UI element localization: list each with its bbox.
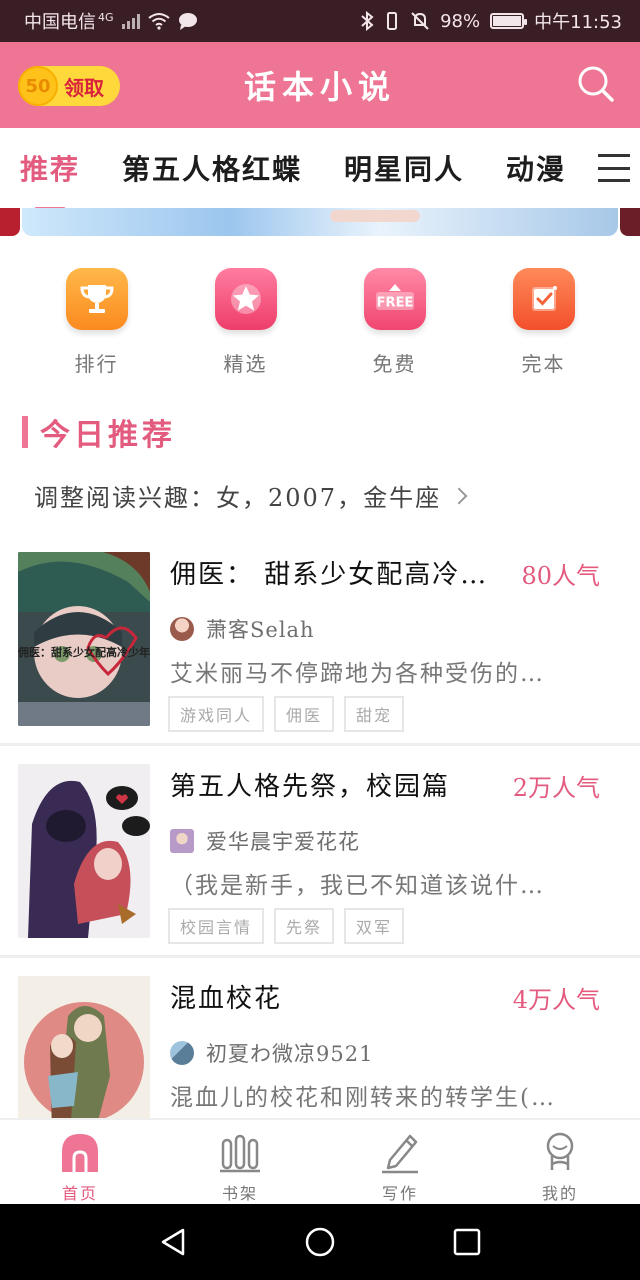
back-icon[interactable] [157, 1226, 189, 1258]
carrier-label: 中国电信 [24, 12, 96, 33]
nav-label: 书架 [221, 1184, 258, 1203]
coin-icon: 50 [18, 66, 58, 106]
quick-nav: 排行 精选 FREE 免费 完本 [0, 268, 640, 388]
nav-label: 写作 [381, 1184, 418, 1203]
quick-nav-label: 精选 [223, 352, 268, 376]
author-name: 萧客Selah [206, 618, 315, 642]
book-title: 佣医： 甜系少女配高冷… [170, 560, 489, 590]
popularity-label: 2万人气 [512, 774, 600, 802]
popularity-label: 4万人气 [512, 986, 600, 1014]
battery-icon [490, 13, 528, 29]
trophy-icon [65, 268, 128, 330]
home-icon [62, 1134, 98, 1172]
quick-nav-label: 免费 [372, 352, 417, 376]
network-label: 4G [98, 10, 114, 24]
tag[interactable]: 甜宠 [344, 696, 405, 732]
menu-icon[interactable] [598, 154, 630, 182]
battery-percent: 98% [440, 10, 481, 32]
book-description: （我是新手，我已不知道该说什… [170, 873, 545, 899]
author-link[interactable]: 爱华晨宇爱花花 [170, 826, 360, 856]
section-accent-bar [22, 416, 28, 448]
book-description: 混血儿的校花和刚转来的转学生(… [170, 1085, 556, 1111]
message-icon [178, 13, 197, 30]
home-circle-icon[interactable] [304, 1226, 336, 1258]
star-icon [214, 268, 277, 330]
search-icon[interactable] [576, 64, 616, 104]
popularity-label: 80人气 [521, 562, 600, 590]
nav-label: 首页 [61, 1184, 98, 1203]
book-card[interactable]: 混血校花 4万人气 初夏わ微凉9521 混血儿的校花和刚转来的转学生(… [0, 960, 640, 1118]
book-card[interactable]: 第五人格先祭，校园篇 2万人气 爱华晨宇爱花花 （我是新手，我已不知道该说什… … [0, 748, 640, 958]
status-bar: 中国电信 4G 98% 中午11:53 [0, 0, 640, 42]
avatar [170, 829, 194, 853]
bottom-nav: 首页 书架 写作 我的 [0, 1118, 640, 1204]
app-title: 话本小说 [243, 68, 396, 106]
tab-anime[interactable]: 动漫 [506, 148, 566, 188]
wifi-icon [147, 13, 170, 30]
book-title: 第五人格先祭，校园篇 [170, 772, 451, 802]
profile-icon [546, 1132, 574, 1170]
book-card[interactable]: 佣医：甜系少女配高冷少年 佣医： 甜系少女配高冷… 80人气 萧客Selah 艾… [0, 536, 640, 746]
tag[interactable]: 双军 [344, 908, 405, 944]
quick-nav-completed[interactable]: 完本 [494, 268, 594, 388]
tag[interactable]: 游戏同人 [168, 696, 265, 732]
recent-apps-icon[interactable] [451, 1226, 483, 1258]
book-title: 混血校花 [170, 984, 283, 1014]
nav-label: 我的 [541, 1184, 578, 1203]
tab-celebrity-fanfic[interactable]: 明星同人 [344, 148, 464, 188]
bluetooth-icon [361, 11, 374, 31]
nav-profile[interactable]: 我的 [480, 1120, 640, 1204]
quick-nav-label: 排行 [74, 352, 119, 376]
tab-identity-v-red-butterfly[interactable]: 第五人格红蝶 [122, 148, 302, 188]
banner-prev-image [0, 208, 20, 236]
banner-image [22, 208, 618, 236]
coin-claim-button[interactable]: 50 领取 [18, 66, 120, 106]
section-header: 今日推荐 [22, 412, 176, 453]
adjust-interest-link[interactable]: 调整阅读兴趣：女，2007，金牛座 [34, 478, 468, 513]
author-name: 初夏わ微凉9521 [206, 1042, 374, 1066]
vibrate-icon [387, 12, 398, 30]
tag-list: 校园言情 先祭 双军 [168, 908, 405, 944]
tag[interactable]: 校园言情 [168, 908, 265, 944]
pencil-icon [382, 1134, 418, 1174]
cover-title-text: 佣医：甜系少女配高冷少年 [18, 645, 150, 659]
chevron-right-icon [450, 487, 468, 504]
bookshelf-icon [220, 1134, 260, 1173]
author-name: 爱华晨宇爱花花 [206, 830, 360, 854]
free-icon-text: FREE [376, 296, 413, 311]
app-bar: 50 领取 话本小说 [0, 42, 640, 128]
quick-nav-free[interactable]: FREE 免费 [345, 268, 445, 388]
book-cover: 佣医：甜系少女配高冷少年 [18, 552, 150, 726]
signal-icon [121, 13, 140, 29]
avatar [170, 1041, 194, 1065]
check-icon [512, 268, 575, 330]
nav-bookshelf[interactable]: 书架 [160, 1120, 320, 1204]
tab-recommend[interactable]: 推荐 [20, 148, 80, 208]
quick-nav-label: 完本 [521, 352, 566, 376]
banner-art-detail [330, 210, 420, 222]
banner-next-image [620, 208, 640, 236]
quick-nav-ranking[interactable]: 排行 [47, 268, 147, 388]
author-link[interactable]: 萧客Selah [170, 614, 315, 644]
tag[interactable]: 佣医 [274, 696, 335, 732]
category-tabs: 推荐 第五人格红蝶 明星同人 动漫 [0, 128, 640, 208]
free-icon: FREE [363, 268, 426, 330]
quick-nav-featured[interactable]: 精选 [196, 268, 296, 388]
avatar [170, 617, 194, 641]
book-cover [18, 764, 150, 938]
nav-home[interactable]: 首页 [0, 1120, 160, 1204]
nav-write[interactable]: 写作 [320, 1120, 480, 1204]
banner-carousel[interactable] [0, 208, 640, 238]
author-link[interactable]: 初夏わ微凉9521 [170, 1038, 373, 1068]
interest-text: 调整阅读兴趣：女，2007，金牛座 [34, 484, 442, 512]
tag[interactable]: 先祭 [274, 908, 335, 944]
book-cover [18, 976, 150, 1118]
mute-bell-icon [411, 12, 429, 30]
book-description: 艾米丽马不停蹄地为各种受伤的… [170, 661, 545, 687]
claim-label: 领取 [64, 75, 104, 100]
clock: 中午11:53 [534, 12, 622, 33]
section-title: 今日推荐 [40, 418, 176, 453]
tag-list: 游戏同人 佣医 甜宠 [168, 696, 405, 732]
system-nav-bar [0, 1204, 640, 1280]
